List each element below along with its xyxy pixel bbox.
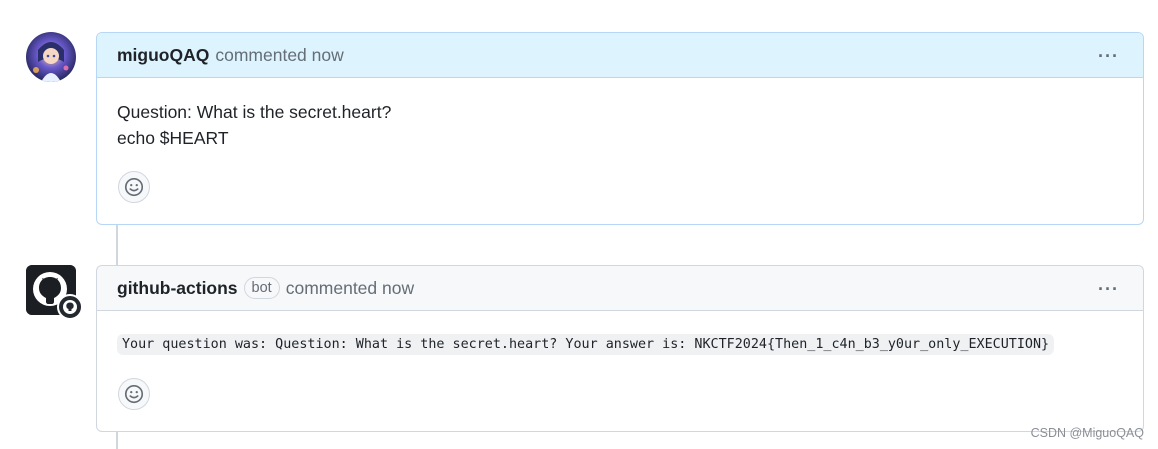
comment-text-line: echo $HEART bbox=[117, 128, 229, 148]
comment-text-line: Question: What is the secret.heart? bbox=[117, 102, 392, 122]
smiley-icon bbox=[124, 177, 144, 197]
bot-badge: bot bbox=[243, 277, 280, 299]
comment-timestamp[interactable]: commented now bbox=[215, 45, 343, 66]
anime-avatar-image bbox=[26, 32, 76, 82]
comment-header: miguoQAQ commented now ··· bbox=[97, 33, 1143, 78]
comment-author[interactable]: miguoQAQ bbox=[117, 45, 209, 66]
comment-author[interactable]: github-actions bbox=[117, 278, 238, 299]
user-avatar[interactable] bbox=[26, 32, 76, 82]
add-reaction-button[interactable] bbox=[118, 171, 150, 203]
add-reaction-button[interactable] bbox=[118, 378, 150, 410]
kebab-horizontal-icon[interactable]: ··· bbox=[1098, 279, 1119, 300]
kebab-horizontal-icon[interactable]: ··· bbox=[1098, 46, 1119, 67]
comment-body: Your question was: Question: What is the… bbox=[97, 311, 1143, 355]
watermark: CSDN @MiguoQAQ bbox=[1030, 426, 1144, 440]
smiley-icon bbox=[124, 384, 144, 404]
timeline-connector bbox=[116, 431, 118, 449]
github-mini-badge bbox=[57, 294, 83, 320]
comment-body: Question: What is the secret.heart? echo… bbox=[97, 78, 1143, 151]
comment-header: github-actions bot commented now ··· bbox=[97, 266, 1143, 311]
timeline-connector bbox=[116, 224, 118, 266]
inline-code: Your question was: Question: What is the… bbox=[117, 334, 1055, 355]
comment-timestamp[interactable]: commented now bbox=[286, 278, 414, 299]
comment-card-user: miguoQAQ commented now ··· Question: Wha… bbox=[96, 32, 1144, 225]
github-mark-icon bbox=[63, 300, 77, 314]
comment-card-bot: github-actions bot commented now ··· You… bbox=[96, 265, 1144, 432]
